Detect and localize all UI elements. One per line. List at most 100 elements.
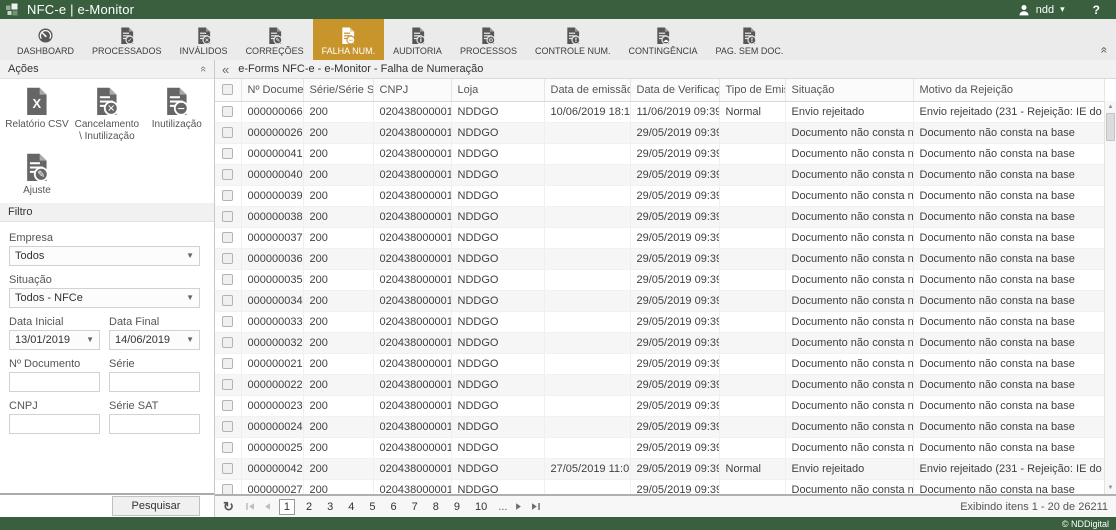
table-cell: 200 xyxy=(303,311,373,332)
column-header-serie-serie-sat[interactable]: Série/Série SAT xyxy=(303,79,373,101)
column-header-situacao[interactable]: Situação xyxy=(785,79,913,101)
table-row[interactable]: 00000002620002043800000115NDDGO29/05/201… xyxy=(215,122,1104,143)
page-button-9[interactable]: 9 xyxy=(450,500,464,514)
data-inicial-picker[interactable]: 13/01/2019 ▼ xyxy=(9,330,100,350)
page-button-5[interactable]: 5 xyxy=(365,500,379,514)
page-button-4[interactable]: 4 xyxy=(344,500,358,514)
table-row[interactable]: 00000002120002043800000115NDDGO29/05/201… xyxy=(215,353,1104,374)
row-checkbox[interactable] xyxy=(222,169,233,180)
page-button-2[interactable]: 2 xyxy=(302,500,316,514)
table-row[interactable]: 00000004020002043800000115NDDGO29/05/201… xyxy=(215,164,1104,185)
page-button-7[interactable]: 7 xyxy=(408,500,422,514)
row-checkbox[interactable] xyxy=(222,421,233,432)
page-button-8[interactable]: 8 xyxy=(429,500,443,514)
help-button[interactable]: ? xyxy=(1093,3,1100,17)
refresh-icon[interactable]: ↻ xyxy=(223,499,234,515)
scroll-down-icon[interactable]: ▼ xyxy=(1105,483,1116,493)
row-checkbox[interactable] xyxy=(222,274,233,285)
toolbar-tab-auditoria[interactable]: iAUDITORIA xyxy=(384,19,451,60)
empresa-select[interactable]: Todos ▼ xyxy=(9,246,200,266)
page-button-1[interactable]: 1 xyxy=(279,499,295,515)
toolbar-tab-invalidos[interactable]: ✕INVÁLIDOS xyxy=(171,19,237,60)
table-row[interactable]: 00000003720002043800000115NDDGO29/05/201… xyxy=(215,227,1104,248)
pager-first-button[interactable] xyxy=(245,502,256,511)
column-header-cnpj[interactable]: CNPJ xyxy=(373,79,451,101)
row-checkbox[interactable] xyxy=(222,358,233,369)
row-checkbox[interactable] xyxy=(222,484,233,494)
data-final-picker[interactable]: 14/06/2019 ▼ xyxy=(109,330,200,350)
row-checkbox[interactable] xyxy=(222,253,233,264)
column-header-motivo-da-rejeicao[interactable]: Motivo da Rejeição xyxy=(913,79,1104,101)
table-row[interactable]: 00000003420002043800000115NDDGO29/05/201… xyxy=(215,290,1104,311)
table-row[interactable]: 00000003320002043800000115NDDGO29/05/201… xyxy=(215,311,1104,332)
table-row[interactable]: 00000003920002043800000115NDDGO29/05/201… xyxy=(215,185,1104,206)
toolbar-tab-correcoes[interactable]: ✎CORREÇÕES xyxy=(237,19,313,60)
column-header-n-documento[interactable]: Nº Documento xyxy=(241,79,303,101)
row-checkbox[interactable] xyxy=(222,379,233,390)
action-cancelamento-inutilizacao[interactable]: ✕Cancelamento \ Inutilização xyxy=(72,87,142,143)
page-button-10[interactable]: 10 xyxy=(471,500,491,514)
actions-collapse-icon[interactable]: « xyxy=(197,66,209,72)
toolbar-tab-falha-num[interactable]: −FALHA NUM. xyxy=(313,19,385,60)
row-checkbox[interactable] xyxy=(222,127,233,138)
row-checkbox[interactable] xyxy=(222,232,233,243)
row-checkbox[interactable] xyxy=(222,463,233,474)
documento-input[interactable] xyxy=(9,372,100,392)
collapse-sidebar-icon[interactable]: « xyxy=(222,63,229,76)
pager-prev-button[interactable] xyxy=(263,502,272,511)
select-all-checkbox[interactable] xyxy=(222,84,233,95)
serie-input[interactable] xyxy=(109,372,200,392)
toolbar-tab-dashboard[interactable]: DASHBOARD xyxy=(8,19,83,60)
pager-next-button[interactable] xyxy=(514,502,523,511)
row-checkbox-cell xyxy=(215,332,241,353)
table-row[interactable]: 00000002420002043800000115NDDGO29/05/201… xyxy=(215,416,1104,437)
vertical-scrollbar[interactable]: ▲ ▼ xyxy=(1104,101,1116,494)
items-count-status: Exibindo itens 1 - 20 de 26211 xyxy=(960,501,1108,513)
serie-sat-input[interactable] xyxy=(109,414,200,434)
toolbar-tab-processos[interactable]: ⚙PROCESSOS xyxy=(451,19,526,60)
row-checkbox[interactable] xyxy=(222,148,233,159)
page-button-3[interactable]: 3 xyxy=(323,500,337,514)
cnpj-input[interactable] xyxy=(9,414,100,434)
row-checkbox[interactable] xyxy=(222,400,233,411)
table-row[interactable]: 00000004120002043800000115NDDGO29/05/201… xyxy=(215,143,1104,164)
table-row[interactable]: 00000003520002043800000115NDDGO29/05/201… xyxy=(215,269,1104,290)
scrollbar-thumb[interactable] xyxy=(1106,113,1115,141)
table-row[interactable]: 00000002520002043800000115NDDGO29/05/201… xyxy=(215,437,1104,458)
page-button-6[interactable]: 6 xyxy=(387,500,401,514)
column-header-loja[interactable]: Loja xyxy=(451,79,544,101)
toolbar-collapse-icon[interactable]: « xyxy=(1098,47,1112,54)
table-row[interactable]: 00000003620002043800000115NDDGO29/05/201… xyxy=(215,248,1104,269)
action-ajuste[interactable]: ✎Ajuste xyxy=(2,153,72,197)
action-relatorio-csv[interactable]: XRelatório CSV xyxy=(2,87,72,143)
user-menu[interactable]: ndd xyxy=(1036,4,1054,16)
table-row[interactable]: 00000003220002043800000115NDDGO29/05/201… xyxy=(215,332,1104,353)
row-checkbox[interactable] xyxy=(222,442,233,453)
table-row[interactable]: 00000003820002043800000115NDDGO29/05/201… xyxy=(215,206,1104,227)
toolbar-tab-pag-sem-doc[interactable]: !PAG. SEM DOC. xyxy=(706,19,792,60)
column-header-data-de-emissao[interactable]: Data de emissão xyxy=(544,79,630,101)
table-row[interactable]: 00000002220002043800000115NDDGO29/05/201… xyxy=(215,374,1104,395)
column-header-data-de-verificacao[interactable]: Data de Verificação xyxy=(630,79,719,101)
pager-last-button[interactable] xyxy=(530,502,541,511)
scroll-up-icon[interactable]: ▲ xyxy=(1105,102,1116,112)
situacao-select[interactable]: Todos - NFCe ▼ xyxy=(9,288,200,308)
chevron-down-icon[interactable]: ▾ xyxy=(1060,5,1065,14)
row-checkbox[interactable] xyxy=(222,295,233,306)
table-row[interactable]: 00000002720002043800000115NDDGO29/05/201… xyxy=(215,479,1104,494)
toolbar-tab-processados[interactable]: ✓PROCESSADOS xyxy=(83,19,171,60)
toolbar-tab-contingencia[interactable]: ☁CONTINGÊNCIA xyxy=(619,19,706,60)
row-checkbox[interactable] xyxy=(222,337,233,348)
table-cell: 02043800000115 xyxy=(373,290,451,311)
row-checkbox[interactable] xyxy=(222,211,233,222)
pesquisar-button[interactable]: Pesquisar xyxy=(112,496,200,516)
action-inutilizacao[interactable]: −Inutilização xyxy=(142,87,212,143)
row-checkbox[interactable] xyxy=(222,190,233,201)
table-row[interactable]: 00000004220002043800000115NDDGO27/05/201… xyxy=(215,458,1104,479)
table-row[interactable]: 00000002320002043800000115NDDGO29/05/201… xyxy=(215,395,1104,416)
row-checkbox[interactable] xyxy=(222,106,233,117)
toolbar-tab-controle-num[interactable]: !CONTROLE NUM. xyxy=(526,19,620,60)
table-row[interactable]: 00000006620002043800000115NDDGO10/06/201… xyxy=(215,101,1104,122)
column-header-tipo-de-emissao[interactable]: Tipo de Emissão xyxy=(719,79,785,101)
row-checkbox[interactable] xyxy=(222,316,233,327)
